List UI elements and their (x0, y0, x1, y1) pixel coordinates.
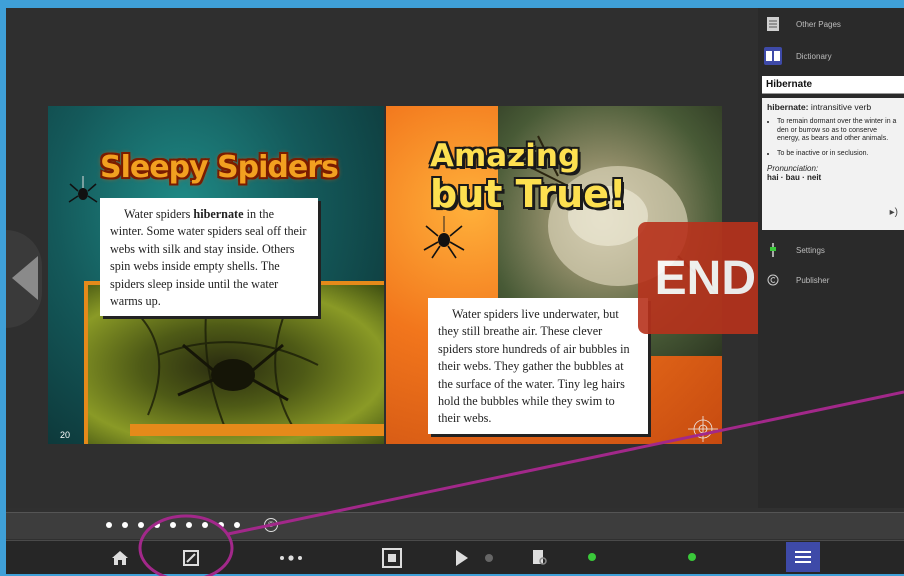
menu-icon-bar (795, 561, 811, 563)
play-button[interactable] (452, 547, 472, 569)
page-dot[interactable] (218, 522, 224, 528)
sidebar-item-publisher[interactable]: Publisher (758, 266, 904, 294)
bottom-toolbar (6, 540, 904, 574)
search-page-button[interactable] (528, 547, 552, 569)
home-icon (112, 551, 128, 565)
sidebar-item-settings[interactable]: Settings (758, 236, 904, 264)
record-button[interactable] (480, 547, 498, 569)
page-dot[interactable] (186, 522, 192, 528)
page-dots (106, 522, 240, 528)
toggle-on-indicator (688, 553, 696, 561)
dictionary-search-input[interactable]: Hibernate (762, 76, 904, 94)
sidebar-item-label: Settings (796, 245, 825, 255)
left-page-title: Sleepy Spiders (100, 150, 339, 185)
menu-icon-bar (795, 556, 811, 558)
previous-arrow-icon[interactable] (12, 256, 38, 300)
page-progress-bar: © (6, 512, 904, 539)
read-aloud-toggle[interactable] (588, 553, 602, 561)
dictionary-icon (764, 47, 782, 65)
copyright-icon (764, 271, 782, 289)
left-page-text: Water spiders hibernate in the winter. S… (100, 198, 318, 316)
page-number: 20 (60, 430, 71, 440)
page-dot[interactable] (122, 522, 128, 528)
title-line-1: Amazing (430, 138, 581, 174)
reader-window: 20 Sleepy Spiders Water spiders hibernat… (6, 8, 904, 574)
right-page-title: Amazing but True! (430, 136, 626, 214)
more-options-button[interactable] (274, 547, 308, 569)
highlight-toggle[interactable] (688, 553, 702, 561)
page-dot[interactable] (170, 522, 176, 528)
dictionary-entry: hibernate: intransitive verb To remain d… (762, 98, 904, 230)
spider-icon (423, 216, 465, 259)
pronunciation: hai · bau · neit (767, 173, 822, 183)
sidebar-item-label: Publisher (796, 275, 830, 285)
entry-part-of-speech: intransitive verb (808, 102, 872, 112)
page-dot[interactable] (154, 522, 160, 528)
left-text-part: in the winter. Some water spiders seal o… (110, 207, 307, 309)
pages-icon (764, 15, 782, 33)
speaker-icon[interactable]: ▸) (890, 207, 898, 218)
page-dot[interactable] (106, 522, 112, 528)
book-stage: 20 Sleepy Spiders Water spiders hibernat… (6, 8, 758, 508)
home-button[interactable] (108, 547, 132, 569)
sidebar-item-label: Other Pages (796, 19, 841, 29)
sidebar-item-other-pages[interactable]: Other Pages (758, 10, 904, 38)
definition-item: To be inactive or in seclusion. (777, 150, 899, 159)
page-dot[interactable] (138, 522, 144, 528)
right-page-text: Water spiders live underwater, but they … (428, 298, 648, 434)
menu-button[interactable] (786, 542, 820, 572)
notes-button[interactable] (178, 547, 204, 569)
toggle-on-indicator (588, 553, 596, 561)
end-badge[interactable]: END (638, 222, 758, 334)
record-icon (485, 554, 493, 562)
left-text-part: Water spiders (124, 207, 194, 221)
left-page: 20 Sleepy Spiders Water spiders hibernat… (48, 106, 384, 444)
menu-icon-bar (795, 551, 811, 553)
right-sidebar: Other Pages Dictionary Hibernate hiberna… (758, 8, 904, 508)
page-search-icon (533, 550, 547, 565)
note-pencil-icon (183, 550, 199, 566)
fullscreen-icon (382, 548, 402, 568)
web-corner-icon (688, 416, 718, 442)
entry-word: hibernate: (767, 102, 809, 112)
caption-bar (130, 424, 384, 436)
glossary-word-hibernate[interactable]: hibernate (193, 207, 243, 221)
pronunciation-label: Pronunciation: (767, 164, 819, 174)
end-marker[interactable]: © (264, 518, 278, 532)
dots-icon (280, 555, 302, 561)
page-dot[interactable] (234, 522, 240, 528)
sidebar-item-dictionary[interactable]: Dictionary (758, 42, 904, 70)
definition-item: To remain dormant over the winter in a d… (777, 118, 899, 144)
page-dot[interactable] (202, 522, 208, 528)
play-icon (456, 550, 468, 566)
sidebar-item-label: Dictionary (796, 51, 832, 61)
spider-icon (68, 176, 98, 203)
fullscreen-button[interactable] (378, 547, 406, 569)
title-line-2: but True! (430, 172, 627, 216)
settings-icon (764, 241, 782, 259)
entry-heading: hibernate: intransitive verb (767, 102, 899, 112)
definition-list: To remain dormant over the winter in a d… (767, 118, 899, 158)
